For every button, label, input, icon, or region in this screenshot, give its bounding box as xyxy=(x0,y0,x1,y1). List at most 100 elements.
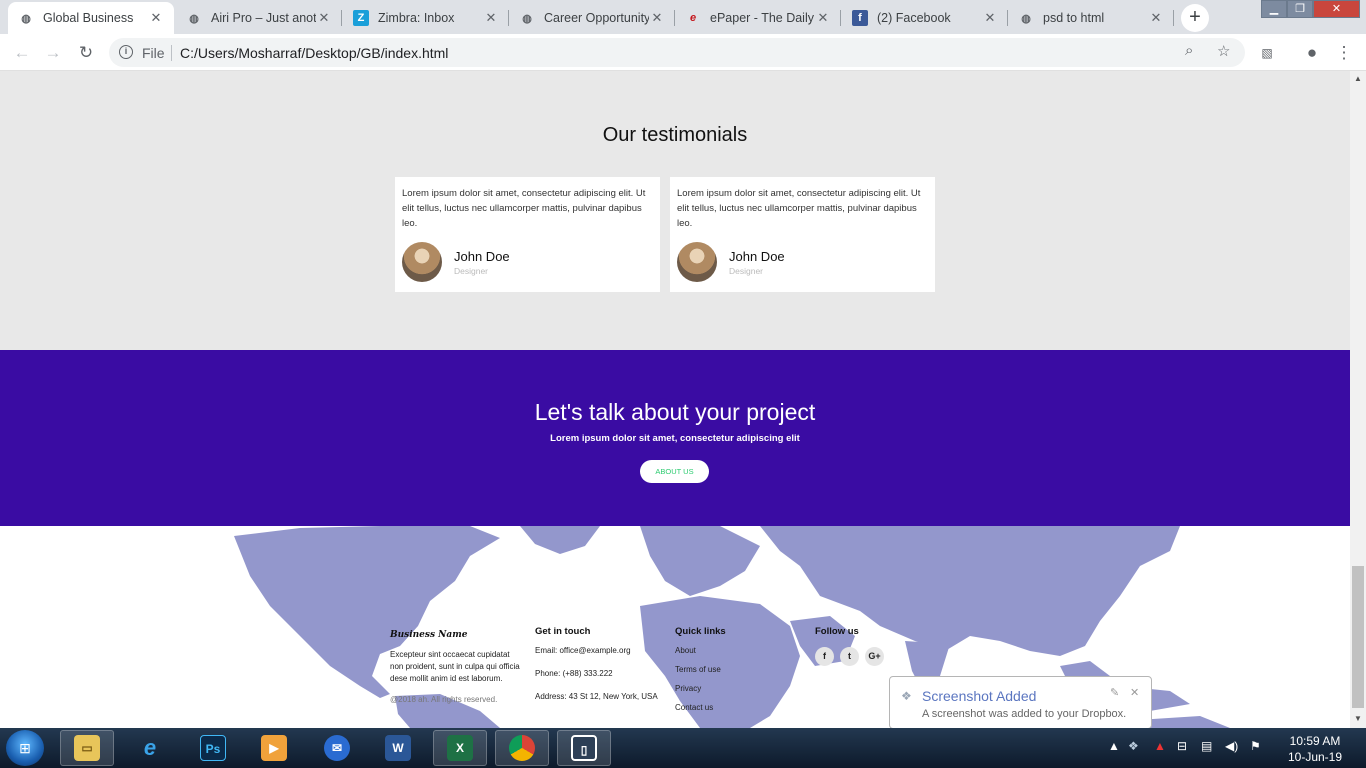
tab-epaper[interactable]: e ePaper - The Daily ✕ xyxy=(675,2,841,34)
close-tab-icon[interactable]: ✕ xyxy=(148,10,164,26)
device-icon[interactable]: ▤ xyxy=(1201,739,1212,753)
taskbar-chrome[interactable] xyxy=(495,730,549,766)
close-tab-icon[interactable]: ✕ xyxy=(649,10,665,26)
info-icon[interactable]: i xyxy=(119,45,133,59)
zoom-icon[interactable]: ⌕ xyxy=(1185,42,1193,59)
page-scrollbar[interactable]: ▲ ▼ xyxy=(1350,71,1366,728)
testimonials-heading: Our testimonials xyxy=(602,124,748,146)
mail-icon: ✉ xyxy=(324,735,350,761)
globe-icon: ◍ xyxy=(1021,12,1031,25)
word-icon: W xyxy=(385,735,411,761)
forward-button[interactable]: → xyxy=(41,41,65,65)
system-clock[interactable]: 10:59 AM 10-Jun-19 xyxy=(1280,733,1350,765)
taskbar-ie[interactable]: e xyxy=(123,730,177,766)
footer-link-privacy[interactable]: Privacy xyxy=(675,684,795,693)
close-window-button[interactable]: ✕ xyxy=(1313,0,1360,18)
back-button[interactable]: ← xyxy=(10,41,34,65)
taskbar-media-player[interactable]: ▶ xyxy=(247,730,301,766)
about-us-button[interactable]: ABOUT US xyxy=(640,460,709,483)
facebook-icon[interactable]: f xyxy=(815,647,834,666)
tab-career[interactable]: ◍ Career Opportunity ✕ xyxy=(509,2,675,34)
testimonial-role: Designer xyxy=(454,266,489,276)
volume-icon[interactable]: ◀) xyxy=(1225,739,1238,753)
contact-phone: Phone: (+88) 333.222 xyxy=(535,669,613,678)
maximize-button[interactable]: ❐ xyxy=(1287,0,1313,18)
window-app-icon: ▯ xyxy=(571,735,597,761)
facebook-icon: f xyxy=(852,10,868,26)
bookmark-star-icon[interactable]: ☆ xyxy=(1217,42,1230,60)
tray-expand-icon[interactable]: ▲ xyxy=(1108,739,1120,753)
scheme-label: File xyxy=(142,45,165,61)
footer-link-contact[interactable]: Contact us xyxy=(675,703,795,712)
tab-separator xyxy=(1173,10,1174,26)
dropbox-notification[interactable]: ❖ Screenshot Added A screenshot was adde… xyxy=(889,676,1152,729)
testimonial-name: John Doe xyxy=(454,249,510,264)
close-tab-icon[interactable]: ✕ xyxy=(815,10,831,26)
start-button[interactable]: ⊞ xyxy=(6,730,44,766)
dropbox-tray-icon[interactable]: ❖ xyxy=(1128,739,1139,753)
divider xyxy=(171,45,172,61)
pdf-extension-icon[interactable]: ▧ xyxy=(1255,41,1279,65)
tab-facebook[interactable]: f (2) Facebook ✕ xyxy=(842,2,1008,34)
footer-link-about[interactable]: About xyxy=(675,646,795,655)
new-tab-button[interactable]: + xyxy=(1181,4,1209,32)
taskbar-bracket-app[interactable]: ▯ xyxy=(557,730,611,766)
footer-links-column: Quick links About Terms of use Privacy C… xyxy=(675,626,795,722)
tab-title: (2) Facebook xyxy=(877,11,951,25)
tab-global-business[interactable]: ◍ Global Business ✕ xyxy=(8,2,174,34)
testimonial-name: John Doe xyxy=(729,249,785,264)
twitter-icon[interactable]: t xyxy=(840,647,859,666)
url-text[interactable]: C:/Users/Mosharraf/Desktop/GB/index.html xyxy=(180,45,448,61)
close-tab-icon[interactable]: ✕ xyxy=(982,10,998,26)
taskbar-photoshop[interactable]: Ps xyxy=(186,730,240,766)
settings-icon[interactable]: ✎ xyxy=(1110,686,1119,699)
testimonials-section: Our testimonials Lorem ipsum dolor sit a… xyxy=(0,71,1350,350)
minimize-button[interactable]: ▁ xyxy=(1261,0,1287,18)
taskbar-thunderbird[interactable]: ✉ xyxy=(310,730,364,766)
profile-icon[interactable]: ● xyxy=(1300,41,1324,65)
reload-button[interactable]: ↻ xyxy=(74,41,98,65)
avatar xyxy=(402,242,442,282)
taskbar-explorer[interactable]: ▭ xyxy=(60,730,114,766)
footer-link-terms[interactable]: Terms of use xyxy=(675,665,795,674)
scroll-up-arrow[interactable]: ▲ xyxy=(1350,74,1366,83)
cta-heading: Let's talk about your project xyxy=(534,399,816,425)
excel-icon: X xyxy=(447,735,473,761)
menu-icon[interactable]: ⋮ xyxy=(1332,41,1356,65)
tab-airi-pro[interactable]: ◍ Airi Pro – Just anoth ✕ xyxy=(176,2,342,34)
notification-message: A screenshot was added to your Dropbox. xyxy=(922,708,1127,720)
cta-subtext: Lorem ipsum dolor sit amet, consectetur … xyxy=(550,433,800,444)
epaper-icon: e xyxy=(689,12,697,24)
close-icon[interactable]: ✕ xyxy=(1130,686,1139,699)
google-plus-icon[interactable]: G+ xyxy=(865,647,884,666)
zimbra-icon: Z xyxy=(353,10,369,26)
tab-strip: ◍ Global Business ✕ ◍ Airi Pro – Just an… xyxy=(0,0,1366,34)
notification-title: Screenshot Added xyxy=(922,688,1037,704)
footer-contact-column: Get in touch Email: office@example.org P… xyxy=(535,626,670,715)
adobe-tray-icon[interactable]: ▲ xyxy=(1154,739,1166,753)
close-tab-icon[interactable]: ✕ xyxy=(316,10,332,26)
close-tab-icon[interactable]: ✕ xyxy=(483,10,499,26)
scrollbar-thumb[interactable] xyxy=(1352,566,1364,708)
browser-toolbar: ← → ↻ i File C:/Users/Mosharraf/Desktop/… xyxy=(0,34,1366,71)
address-bar[interactable]: i File C:/Users/Mosharraf/Desktop/GB/ind… xyxy=(109,38,1245,67)
network-icon[interactable]: ⊟ xyxy=(1177,739,1187,753)
tab-zimbra[interactable]: Z Zimbra: Inbox ✕ xyxy=(343,2,509,34)
tab-title: Career Opportunity xyxy=(544,11,649,25)
tab-title: Global Business xyxy=(43,11,134,25)
tab-title: ePaper - The Daily xyxy=(710,11,814,25)
testimonial-card: Lorem ipsum dolor sit amet, consectetur … xyxy=(395,177,660,292)
page-viewport: Our testimonials Lorem ipsum dolor sit a… xyxy=(0,71,1350,728)
chrome-icon xyxy=(509,735,535,761)
tab-separator xyxy=(341,10,342,26)
contact-address: Address: 43 St 12, New York, USA xyxy=(535,692,658,701)
taskbar-word[interactable]: W xyxy=(371,730,425,766)
scroll-down-arrow[interactable]: ▼ xyxy=(1350,714,1366,723)
action-center-flag-icon[interactable]: ⚑ xyxy=(1250,739,1261,753)
clock-time: 10:59 AM xyxy=(1289,734,1341,748)
tab-psd-to-html[interactable]: ◍ psd to html ✕ xyxy=(1008,2,1174,34)
photoshop-icon: Ps xyxy=(200,735,226,761)
tab-separator xyxy=(840,10,841,26)
close-tab-icon[interactable]: ✕ xyxy=(1148,10,1164,26)
taskbar-excel[interactable]: X xyxy=(433,730,487,766)
